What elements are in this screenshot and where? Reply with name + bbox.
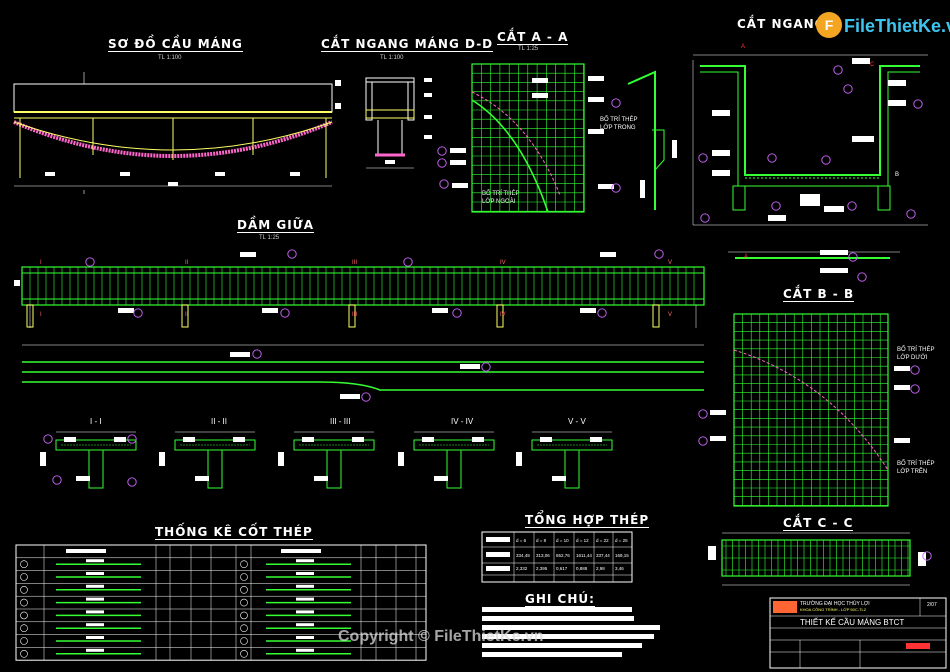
tong-hop-cell: 334,49 <box>516 553 530 558</box>
section-mark-top: I <box>40 260 42 266</box>
logo-text: FileThietKe.vn <box>844 16 950 36</box>
tong-hop-cell: 652,76 <box>556 553 570 558</box>
tb-faculty: KHOA CÔNG TRÌNH - LỚP 50C-TL2 <box>800 607 866 612</box>
tong-hop-cell: 2,98 <box>596 566 605 571</box>
callout-tag <box>771 201 781 211</box>
section-mark-bottom: V <box>668 312 672 318</box>
callout-tag <box>611 98 621 108</box>
callout-tag <box>847 201 857 211</box>
tong-hop-cell: 313,06 <box>536 553 550 558</box>
tong-hop-cell: 169,15 <box>615 553 629 558</box>
callout-tag <box>133 308 143 318</box>
callout-tag <box>857 272 867 282</box>
svg-text:A: A <box>741 44 745 50</box>
callout-tag <box>403 257 413 267</box>
cad-drawing: A C B B A IIIIIIIIIIIIIVIVVV <box>13 44 947 669</box>
tong-hop-cell: 3,46 <box>615 566 624 571</box>
tong-hop-header: d = 8 <box>536 538 547 543</box>
callout-tag <box>127 434 137 444</box>
callout-tag <box>52 475 62 485</box>
tong-hop-header: d = 25 <box>615 538 628 543</box>
callout-tag <box>252 349 262 359</box>
svg-text:A: A <box>744 254 748 260</box>
svg-text:C: C <box>870 62 875 68</box>
callout-tag <box>287 249 297 259</box>
cat-aa <box>450 63 614 213</box>
callout-tag <box>843 84 853 94</box>
tong-hop-cell: 0,617 <box>556 566 568 571</box>
detail-vertical <box>627 70 677 210</box>
svg-text:B: B <box>895 172 899 178</box>
cat-cc <box>708 532 926 586</box>
tb-drawing-title: THIẾT KẾ CẦU MÁNG BTCT <box>800 618 905 627</box>
callout-tag <box>654 249 664 259</box>
callout-tag <box>910 365 920 375</box>
cat-ngang-section: A C B B A <box>692 44 928 273</box>
section-mark-bottom: I <box>40 312 42 318</box>
callout-tag <box>437 146 447 156</box>
section-mark-bottom: IV <box>500 312 506 318</box>
callout-tag <box>85 257 95 267</box>
callout-tag <box>280 308 290 318</box>
tong-hop-cell: 1611,44 <box>576 553 592 558</box>
callout-tag <box>821 155 831 165</box>
tong-hop-header: d = 22 <box>596 538 609 543</box>
section-mark-top: IV <box>500 260 506 266</box>
tong-hop-header: d = 6 <box>516 538 527 543</box>
callout-tag <box>910 384 920 394</box>
tong-hop-cell: 2,332 <box>516 566 528 571</box>
tong-hop-header: d = 12 <box>576 538 589 543</box>
callout-tag <box>439 179 449 189</box>
callout-tag <box>767 153 777 163</box>
callout-tag <box>597 308 607 318</box>
callout-tag <box>700 213 710 223</box>
section-mark-top: II <box>185 260 189 266</box>
tong-hop-cell: 2,395 <box>536 566 548 571</box>
callout-tag <box>43 434 53 444</box>
callout-tag <box>906 209 916 219</box>
tong-hop-cell: 0,888 <box>576 566 588 571</box>
watermark: Copyright © FileThietKe.vn <box>338 628 544 645</box>
dam-giua <box>14 252 705 399</box>
svg-text:B: B <box>722 172 726 178</box>
tong-hop-cell: 337,44 <box>596 553 610 558</box>
callout-tag <box>437 158 447 168</box>
callout-tag <box>481 362 491 372</box>
callout-tag <box>698 153 708 163</box>
callout-tag <box>361 392 371 402</box>
logo-icon: F <box>816 12 842 38</box>
cat-bb <box>710 313 910 507</box>
so-do-cau-mang <box>13 72 341 194</box>
callout-tag <box>698 409 708 419</box>
tong-hop-header: d = 10 <box>556 538 569 543</box>
tb-sheet: 2/07 <box>927 602 937 608</box>
section-mark-bottom: III <box>352 312 357 318</box>
callout-tag <box>913 99 923 109</box>
callout-tag <box>127 477 137 487</box>
section-mark-top: III <box>352 260 357 266</box>
callout-tag <box>833 65 843 75</box>
section-mark-bottom: II <box>185 312 189 318</box>
callout-tag <box>698 436 708 446</box>
callout-tag <box>452 308 462 318</box>
cat-ngang-dd <box>365 77 432 169</box>
section-mark-top: V <box>668 260 672 266</box>
